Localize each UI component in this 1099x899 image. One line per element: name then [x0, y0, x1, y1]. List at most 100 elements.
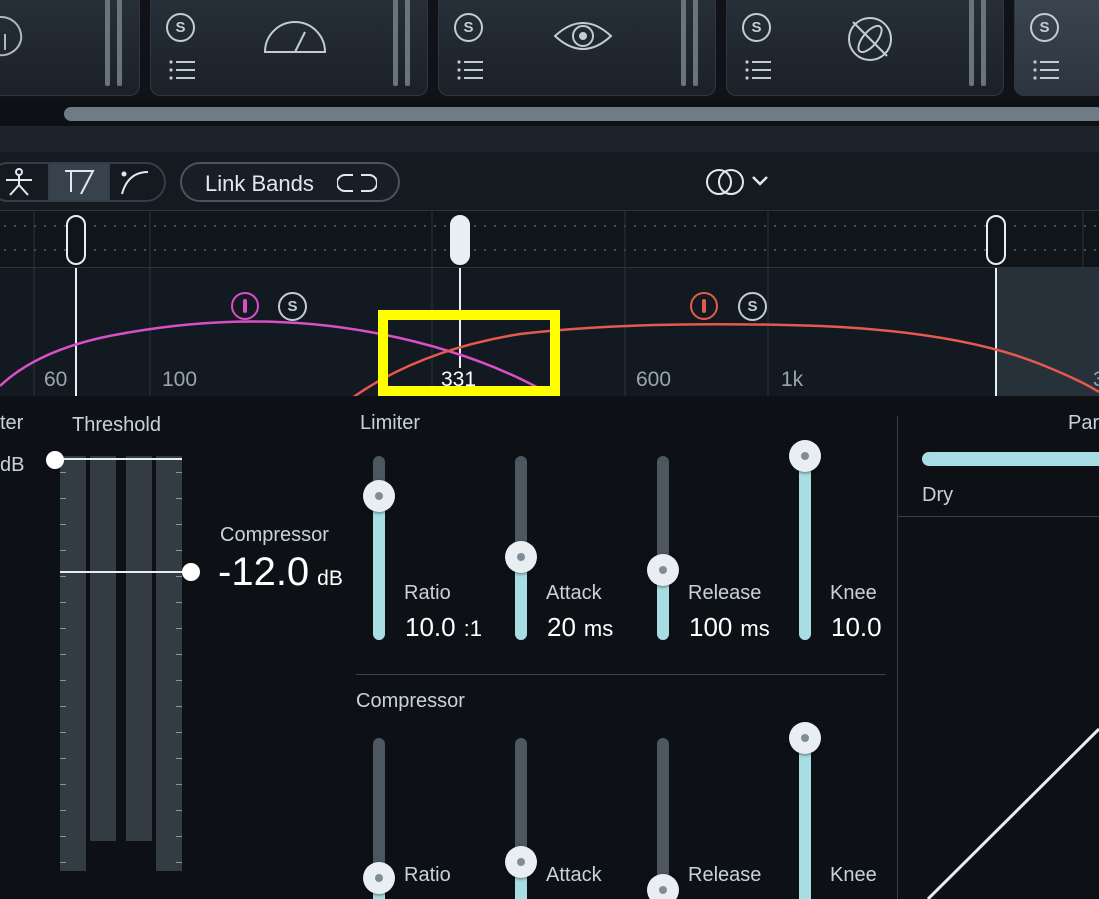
mix-partial-label: Par	[1068, 412, 1099, 434]
link-icon	[337, 174, 377, 192]
slider-knob[interactable]	[363, 480, 395, 513]
shelf-mode-button[interactable]	[50, 164, 108, 200]
visual-module[interactable]: S	[438, 0, 716, 96]
section-divider	[0, 126, 1099, 152]
meter-tick	[60, 576, 66, 577]
band-1-solo-button[interactable]: S	[278, 292, 307, 321]
module-solo-button[interactable]: S	[742, 13, 771, 42]
threshold-label: Threshold	[72, 414, 161, 436]
ratio-value[interactable]: 10.0:1	[405, 612, 482, 643]
release-value[interactable]: 100 ms	[689, 612, 770, 643]
level-meter	[90, 456, 116, 841]
meter-tick	[176, 680, 182, 681]
meter-tick	[60, 498, 66, 499]
module-bypass-bars	[105, 0, 125, 86]
disabled-module[interactable]: S	[726, 0, 1004, 96]
dynamics-module[interactable]: S	[150, 0, 428, 96]
meter-tick	[60, 862, 66, 863]
compressor-threshold-value[interactable]: -12.0 dB	[218, 550, 343, 595]
limiter-threshold-line	[54, 458, 182, 460]
meter-tick	[176, 576, 182, 577]
attack-label: Attack	[546, 864, 602, 886]
meter-tick	[176, 472, 182, 473]
attack-label: Attack	[546, 582, 602, 604]
stereo-link-icon	[706, 169, 744, 195]
meter-tick	[176, 524, 182, 525]
compressor-knee-slider[interactable]	[789, 722, 821, 899]
compressor-threshold-handle[interactable]	[182, 563, 200, 581]
band-2-solo-button[interactable]: S	[738, 292, 767, 321]
meter-gauge-icon	[263, 21, 327, 53]
band-1-bypass-button[interactable]	[231, 292, 259, 320]
slider-knob[interactable]	[363, 862, 395, 894]
knee-label: Knee	[830, 582, 877, 604]
limiter-release-slider[interactable]	[647, 456, 679, 640]
slider-knob[interactable]	[505, 541, 537, 574]
list-icon[interactable]	[457, 60, 483, 80]
freq-label: 60	[44, 368, 68, 391]
limiter-knee-slider[interactable]	[789, 440, 821, 640]
meter-tick	[60, 758, 66, 759]
ruler-gridlines	[33, 211, 1084, 269]
limiter-ratio-slider[interactable]	[363, 456, 395, 640]
module-solo-button[interactable]: S	[1030, 13, 1059, 42]
meter-tick	[176, 836, 182, 837]
crossover-handle-3[interactable]	[986, 215, 1006, 265]
band-mode-button[interactable]	[0, 164, 48, 200]
meter-tick	[60, 680, 66, 681]
band-2-bypass-button[interactable]	[690, 292, 718, 320]
slider-knob[interactable]	[789, 440, 821, 472]
meter-tick	[176, 758, 182, 759]
list-icon[interactable]	[745, 60, 771, 80]
eye-icon	[553, 22, 613, 50]
compressor-threshold-line	[60, 571, 190, 573]
limiter-threshold-handle[interactable]	[46, 451, 64, 469]
list-icon[interactable]	[169, 60, 195, 80]
meter-tick	[60, 472, 66, 473]
curve-mode-button[interactable]	[110, 164, 168, 200]
crossover-ruler[interactable]	[0, 210, 1099, 269]
meter-tick	[176, 784, 182, 785]
band-toolbar: Link Bands	[0, 152, 1099, 210]
slider-knob[interactable]	[647, 874, 679, 899]
meter-tick	[60, 550, 66, 551]
meter-tick	[60, 602, 66, 603]
attack-value[interactable]: 20 ms	[547, 612, 613, 643]
active-module[interactable]: S	[1014, 0, 1099, 96]
meter-tick	[176, 810, 182, 811]
eq-module[interactable]	[0, 0, 140, 96]
slider-knob[interactable]	[789, 722, 821, 754]
dry-label: Dry	[922, 484, 954, 506]
module-bypass-bars	[393, 0, 413, 86]
link-bands-button[interactable]: Link Bands	[180, 162, 400, 202]
module-solo-button[interactable]: S	[166, 13, 195, 42]
release-label: Release	[688, 582, 762, 604]
crossover-handle-2[interactable]	[450, 215, 470, 265]
slider-knob[interactable]	[505, 846, 537, 878]
module-scrollbar[interactable]	[64, 107, 1099, 121]
slider-knob[interactable]	[647, 554, 679, 587]
meter-tick	[60, 810, 66, 811]
curve-mode-icon	[121, 171, 149, 195]
module-solo-button[interactable]: S	[454, 13, 483, 42]
meter-tick	[176, 732, 182, 733]
compressor-ratio-slider[interactable]	[363, 738, 395, 899]
dry-wet-slider[interactable]	[922, 452, 1099, 466]
spectrum-icon	[0, 16, 23, 57]
band-mode-group	[0, 162, 166, 202]
compressor-attack-slider[interactable]	[505, 738, 537, 899]
crossover-handle-1[interactable]	[66, 215, 86, 265]
meter-tick	[60, 654, 66, 655]
level-meter	[156, 456, 182, 871]
stereo-mode-dropdown[interactable]	[700, 164, 780, 200]
knee-value[interactable]: 10.0	[831, 612, 882, 643]
limiter-attack-slider[interactable]	[505, 456, 537, 640]
meter-tick	[176, 862, 182, 863]
list-icon[interactable]	[1033, 60, 1059, 80]
compressor-release-slider[interactable]	[647, 738, 679, 899]
meter-tick	[60, 836, 66, 837]
level-meter	[60, 456, 86, 871]
slider-fill	[799, 738, 811, 899]
meter-tick	[176, 628, 182, 629]
limiter-title: Limiter	[360, 412, 421, 434]
